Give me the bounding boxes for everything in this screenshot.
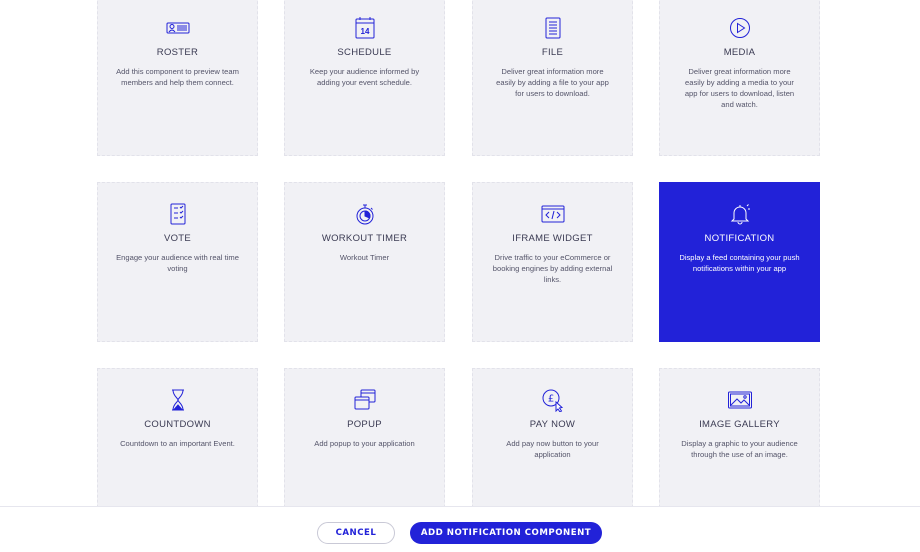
card-title: IFRAME WIDGET xyxy=(512,233,593,244)
play-icon xyxy=(660,15,819,41)
card-description: Drive traffic to your eCommerce or booki… xyxy=(492,253,613,284)
popup-windows-icon xyxy=(285,387,444,413)
add-notification-component-button[interactable]: ADD NOTIFICATION COMPONENT xyxy=(410,522,602,544)
stopwatch-icon xyxy=(285,201,444,227)
card-image-gallery[interactable]: IMAGE GALLERY Display a graphic to your … xyxy=(659,368,820,528)
code-window-icon xyxy=(473,201,632,227)
card-description: Engage your audience with real time voti… xyxy=(116,253,239,273)
pound-click-icon: £ xyxy=(473,387,632,413)
cancel-button[interactable]: CANCEL xyxy=(317,522,395,544)
pound-symbol-text: £ xyxy=(547,394,553,405)
card-file[interactable]: FILE Deliver great information more easi… xyxy=(472,0,633,156)
checklist-icon xyxy=(98,201,257,227)
card-vote[interactable]: VOTE Engage your audience with real time… xyxy=(97,182,258,342)
document-icon xyxy=(473,15,632,41)
card-description: Add popup to your application xyxy=(314,439,415,448)
card-countdown[interactable]: COUNTDOWN Countdown to an important Even… xyxy=(97,368,258,528)
card-title: FILE xyxy=(541,47,564,58)
calendar-day-text: 14 xyxy=(360,27,369,36)
card-description: Countdown to an important Event. xyxy=(120,439,235,448)
card-title: WORKOUT TIMER xyxy=(321,233,408,244)
card-description: Add pay now button to your application xyxy=(506,439,599,459)
calendar-icon: 14 xyxy=(285,15,444,41)
card-title: NOTIFICATION xyxy=(704,233,775,244)
card-title: POPUP xyxy=(347,419,382,430)
card-title: SCHEDULE xyxy=(337,47,392,58)
card-schedule[interactable]: 14 SCHEDULE Keep your audience informed … xyxy=(284,0,445,156)
hourglass-icon xyxy=(98,387,257,413)
card-description: Display a graphic to your audience throu… xyxy=(681,439,798,459)
card-description: Workout Timer xyxy=(339,253,390,262)
card-title: ROSTER xyxy=(156,47,199,58)
card-title: MEDIA xyxy=(723,47,756,58)
card-iframe-widget[interactable]: IFRAME WIDGET Drive traffic to your eCom… xyxy=(472,182,633,342)
card-description: Deliver great information more easily by… xyxy=(496,67,609,98)
card-title: COUNTDOWN xyxy=(144,419,211,430)
roster-icon xyxy=(98,15,257,41)
card-description: Deliver great information more easily by… xyxy=(684,67,795,109)
card-title: PAY NOW xyxy=(529,419,576,430)
footer-bar: CANCEL ADD NOTIFICATION COMPONENT xyxy=(0,506,920,552)
bell-icon xyxy=(660,201,819,227)
card-title: VOTE xyxy=(163,233,192,244)
card-description: Display a feed containing your push noti… xyxy=(679,253,800,273)
card-workout-timer[interactable]: WORKOUT TIMER Workout Timer xyxy=(284,182,445,342)
card-popup[interactable]: POPUP Add popup to your application xyxy=(284,368,445,528)
card-title: IMAGE GALLERY xyxy=(699,419,780,430)
card-description: Keep your audience informed by adding yo… xyxy=(309,67,420,87)
card-notification[interactable]: NOTIFICATION Display a feed containing y… xyxy=(659,182,820,342)
card-media[interactable]: MEDIA Deliver great information more eas… xyxy=(659,0,820,156)
image-icon xyxy=(660,387,819,413)
card-description: Add this component to preview team membe… xyxy=(116,67,239,87)
card-pay-now[interactable]: £ PAY NOW Add pay now button to your app… xyxy=(472,368,633,528)
card-roster[interactable]: ROSTER Add this component to preview tea… xyxy=(97,0,258,156)
